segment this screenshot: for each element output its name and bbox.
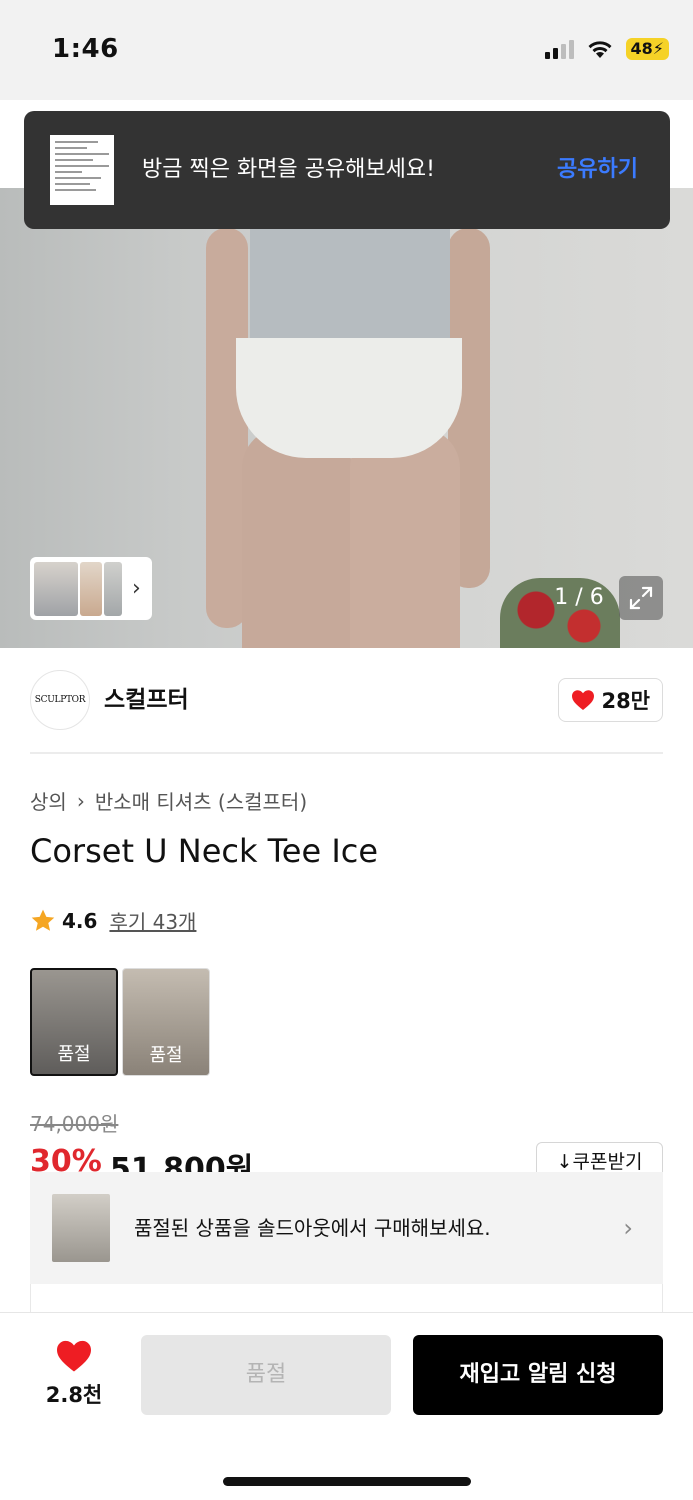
breadcrumb-category[interactable]: 상의	[30, 786, 67, 815]
brand-name[interactable]: 스컬프터	[104, 670, 189, 730]
wifi-icon	[588, 41, 611, 58]
wishlist-count: 2.8천	[45, 1383, 103, 1407]
status-bar: 1:46 48⚡	[0, 0, 693, 100]
variant-soldout-label: 품절	[57, 1044, 91, 1065]
model-bottom	[236, 338, 462, 458]
share-button[interactable]: 공유하기	[557, 111, 638, 229]
heart-icon	[57, 1340, 91, 1372]
coupon-label: 쿠폰받기	[572, 1151, 643, 1173]
gallery-thumbnail[interactable]	[104, 561, 122, 616]
variant-soldout-label: 품절	[149, 1045, 183, 1066]
rating-row: 4.6 후기 43개	[30, 906, 196, 935]
expand-image-button[interactable]	[619, 576, 663, 620]
chevron-right-icon: ›	[76, 788, 85, 813]
chevron-right-icon: ›	[623, 1214, 633, 1242]
rating-score: 4.6	[62, 908, 98, 933]
model-leg	[242, 428, 352, 648]
product-title: Corset U Neck Tee Ice	[30, 832, 379, 870]
brand-like-count: 28만	[601, 689, 650, 713]
model-leg	[350, 428, 460, 648]
expand-icon	[629, 586, 653, 610]
screenshot-thumbnail[interactable]	[50, 135, 114, 205]
banner-text: 품절된 상품을 솔드아웃에서 구매해보세요.	[134, 1216, 491, 1240]
breadcrumb: 상의 › 반소매 티셔츠 (스컬프터)	[30, 786, 307, 815]
divider	[30, 752, 663, 754]
gallery-thumbnail[interactable]	[80, 561, 102, 616]
bottom-action-bar: 2.8천 품절 재입고 알림 신청	[0, 1312, 693, 1500]
content-container-edge	[30, 1284, 663, 1314]
toast-message: 방금 찍은 화면을 공유해보세요!	[142, 157, 435, 182]
download-icon: ↓	[556, 1151, 573, 1173]
wishlist-button[interactable]: 2.8천	[30, 1339, 118, 1409]
brand-like-button[interactable]: 28만	[558, 678, 663, 722]
chevron-right-icon: ›	[132, 576, 141, 601]
status-time: 1:46	[52, 34, 119, 64]
variant-option[interactable]: 품절	[30, 968, 118, 1076]
variant-option[interactable]: 품절	[122, 968, 210, 1076]
gallery-thumbnail-strip[interactable]: ›	[30, 557, 152, 620]
restock-alert-button[interactable]: 재입고 알림 신청	[413, 1335, 663, 1415]
battery-icon: 48⚡	[625, 38, 669, 60]
star-icon	[31, 909, 55, 931]
gallery-page-indicator: 1 / 6	[554, 585, 604, 610]
heart-icon	[572, 690, 595, 710]
brand-row[interactable]: SCULPTOR 스컬프터 28만	[30, 670, 663, 730]
gallery-thumbnail[interactable]	[34, 561, 78, 616]
soldout-marketplace-banner[interactable]: 품절된 상품을 솔드아웃에서 구매해보세요. ›	[30, 1172, 663, 1284]
brand-logo[interactable]: SCULPTOR	[30, 670, 90, 730]
status-indicators: 48⚡	[544, 38, 669, 60]
review-count-link[interactable]: 후기 43개	[109, 906, 196, 935]
home-indicator[interactable]	[223, 1477, 471, 1486]
original-price: 74,000원	[30, 1112, 119, 1136]
screenshot-share-toast: 방금 찍은 화면을 공유해보세요! 공유하기	[24, 111, 670, 229]
banner-product-image	[52, 1194, 110, 1262]
soldout-button: 품절	[141, 1335, 391, 1415]
battery-level: 48	[630, 39, 653, 58]
cellular-signal-icon	[544, 39, 574, 59]
breadcrumb-subcategory[interactable]: 반소매 티셔츠 (스컬프터)	[95, 786, 307, 815]
